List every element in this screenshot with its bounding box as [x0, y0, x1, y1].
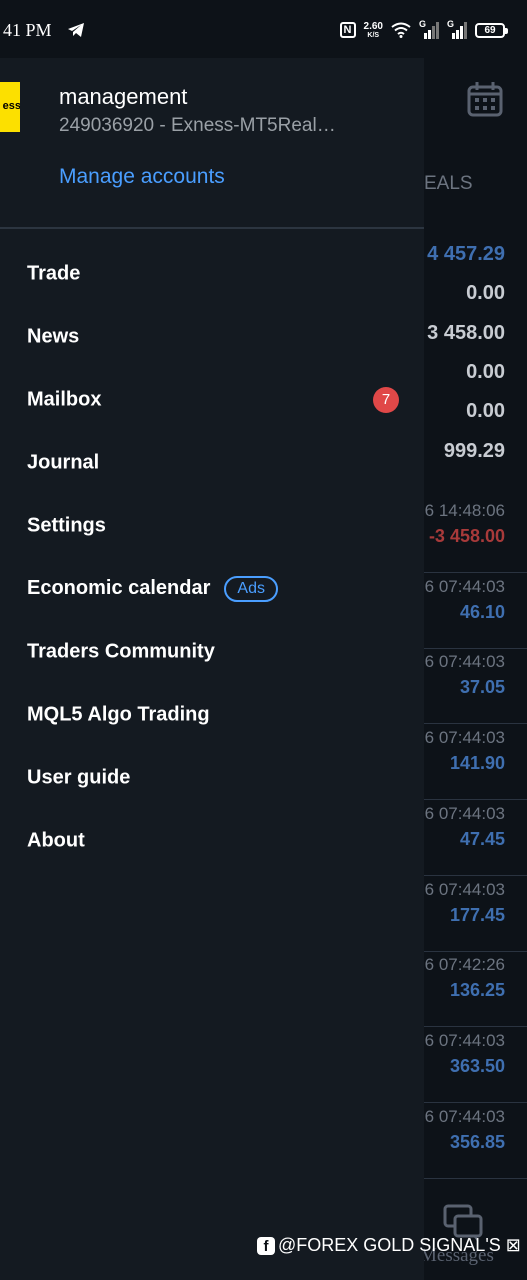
status-time: 41 PM: [3, 20, 52, 40]
facebook-icon: f: [257, 1236, 275, 1255]
menu-item-trade[interactable]: Trade: [0, 242, 424, 305]
summary-value: 999.29: [443, 440, 505, 462]
menu-item-label: MQL5 Algo Trading: [27, 703, 210, 726]
battery-level: 69: [484, 24, 496, 36]
deal-row[interactable]: 6 07:44:03 141.90: [424, 723, 527, 801]
deal-profit: 356.85: [449, 1131, 505, 1152]
deal-profit: 37.05: [459, 677, 505, 698]
menu-item-mailbox[interactable]: Mailbox 7: [0, 368, 424, 431]
deal-row[interactable]: 6 07:44:03 356.85: [424, 1102, 527, 1179]
deal-profit: 141.90: [449, 753, 505, 774]
status-bar: 41 PM N 2.60 K/S G G 69: [0, 0, 527, 58]
menu-item-label: News: [27, 325, 79, 348]
deal-time: 6 07:44:03: [424, 1030, 505, 1050]
summary-value: 3 458.00: [427, 322, 505, 344]
menu-item-label: User guide: [27, 766, 130, 789]
network-speed: 2.60 K/S: [363, 20, 383, 39]
unread-count-badge: 7: [373, 386, 399, 413]
deal-profit: 47.45: [459, 828, 505, 849]
menu-item-label: Trade: [27, 262, 80, 285]
deal-profit: 363.50: [449, 1055, 505, 1076]
menu-item-about[interactable]: About: [0, 809, 424, 872]
menu-item-journal[interactable]: Journal: [0, 431, 424, 494]
nfc-icon: N: [339, 22, 356, 38]
watermark: f @FOREX GOLD SIGNAL'S ⊠: [257, 1235, 521, 1256]
deal-profit: 136.25: [449, 980, 505, 1001]
deal-time: 6 07:44:03: [424, 728, 505, 748]
menu-item-traders-community[interactable]: Traders Community: [0, 620, 424, 683]
menu-item-text: MQL5 Algo Trading: [27, 703, 210, 725]
deal-time: 6 07:42:26: [424, 955, 505, 975]
menu-item-text: About: [27, 829, 85, 851]
deal-time: 6 07:44:03: [424, 652, 505, 672]
account-name[interactable]: management: [59, 84, 187, 110]
summary-value: 0.00: [466, 282, 505, 304]
deal-row[interactable]: 6 07:44:03 363.50: [424, 1026, 527, 1103]
deal-profit: -3 458.00: [428, 526, 505, 546]
deal-row[interactable]: 6 07:42:26 136.25: [424, 950, 527, 1028]
menu-item-text: News: [27, 325, 80, 347]
signal-strength-icon-2: G: [447, 19, 467, 39]
summary-value: 0.00: [466, 361, 505, 383]
deal-time: 6 07:44:03: [424, 803, 505, 823]
telegram-icon: [68, 23, 84, 37]
menu-item-settings[interactable]: Settings: [0, 494, 424, 557]
ads-tag: Ads: [224, 575, 278, 602]
account-id[interactable]: 249036920 - Exness-MT5Real…: [59, 115, 379, 137]
deal-row[interactable]: 6 07:44:03 47.45: [424, 799, 527, 876]
deal-profit: 46.10: [459, 601, 505, 622]
menu-item-news[interactable]: News: [0, 305, 424, 368]
manage-accounts-link[interactable]: Manage accounts: [59, 165, 225, 189]
menu-item-label: About: [27, 829, 85, 852]
wifi-icon: [391, 22, 411, 38]
menu-item-text: Economic calendar: [27, 577, 211, 599]
menu-item-text: Mailbox: [27, 388, 102, 410]
menu-item-text: Trade: [27, 262, 81, 284]
menu-item-label: Traders Community: [27, 640, 215, 663]
menu-item-text: Journal: [27, 451, 100, 473]
deal-row[interactable]: 6 07:44:03 46.10: [424, 572, 527, 649]
menu-item-label: Economic calendar Ads: [27, 575, 278, 602]
deal-time: 6 07:44:03: [424, 576, 505, 596]
drawer-divider: [0, 227, 424, 229]
menu-item-economic-calendar[interactable]: Economic calendar Ads: [0, 557, 424, 620]
menu-item-text: User guide: [27, 766, 131, 788]
summary-value: 0.00: [466, 400, 505, 422]
deal-row[interactable]: 6 07:44:03 177.45: [424, 875, 527, 952]
battery-icon: 69: [475, 22, 508, 38]
menu-item-mql5-algo-trading[interactable]: MQL5 Algo Trading: [0, 683, 424, 746]
menu-item-label: Settings: [27, 514, 106, 537]
menu-item-text: Settings: [27, 514, 106, 536]
deal-row[interactable]: 6 07:44:03 37.05: [424, 647, 527, 725]
deals-column-header: EALS: [424, 173, 473, 194]
navigation-drawer: ess management 249036920 - Exness-MT5Rea…: [0, 58, 424, 1280]
menu-item-user-guide[interactable]: User guide: [0, 746, 424, 809]
deal-profit: 177.45: [449, 904, 505, 925]
menu-item-label: Mailbox: [27, 388, 101, 411]
menu-item-text: Traders Community: [27, 640, 215, 662]
menu-item-label: Journal: [27, 451, 99, 474]
watermark-text: @FOREX GOLD SIGNAL'S ⊠: [278, 1235, 521, 1255]
signal-strength-icon-1: G: [419, 19, 439, 39]
broker-logo: ess: [0, 82, 20, 132]
deal-time: 6 07:44:03: [424, 879, 505, 899]
summary-value: 4 457.29: [427, 243, 505, 265]
calendar-icon[interactable]: [466, 80, 504, 118]
deal-time: 6 07:44:03: [424, 1106, 505, 1126]
deal-row[interactable]: 6 14:48:06 -3 458.00: [424, 496, 527, 573]
deal-time: 6 14:48:06: [424, 501, 505, 520]
